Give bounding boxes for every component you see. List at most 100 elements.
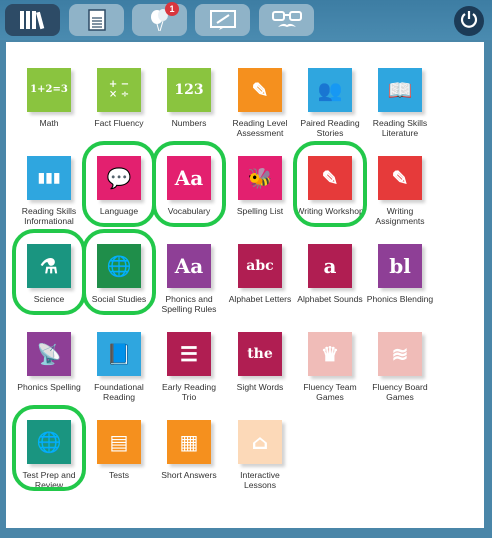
tile-short-answers[interactable]: ▦ Short Answers bbox=[154, 418, 224, 506]
highlight-ring bbox=[82, 229, 156, 315]
paired-reading-stories-glyph: 👥 bbox=[317, 78, 343, 102]
tile-alphabet-letters[interactable]: abc Alphabet Letters bbox=[225, 242, 295, 330]
tile-foundational-reading[interactable]: 📘 Foundational Reading bbox=[84, 330, 154, 418]
interactive-lessons-icon: ⌂ bbox=[238, 420, 282, 464]
numbers-glyph: 123 bbox=[174, 82, 204, 98]
sight-words-icon: the bbox=[238, 332, 282, 376]
early-reading-trio-glyph: ☰ bbox=[180, 342, 198, 366]
tile-reading-skills-literature[interactable]: 📖 Reading Skills Literature bbox=[365, 66, 435, 154]
math-glyph: 1+2=3 bbox=[30, 84, 68, 95]
reading-level-assessment-glyph: ✎ bbox=[251, 78, 269, 102]
tile-fluency-board-games[interactable]: ≋ Fluency Board Games bbox=[365, 330, 435, 418]
top-toolbar: 1 bbox=[0, 0, 492, 40]
tile-label: Interactive Lessons bbox=[240, 470, 280, 490]
tile-label: Foundational Reading bbox=[94, 382, 144, 402]
tile-alphabet-sounds[interactable]: a Alphabet Sounds bbox=[295, 242, 365, 330]
logout-button[interactable] bbox=[454, 6, 484, 36]
highlight-ring bbox=[152, 141, 226, 227]
fact-fluency-icon: + − × ÷ bbox=[97, 68, 141, 112]
reading-skills-literature-glyph: 📖 bbox=[387, 78, 413, 102]
fluency-board-games-glyph: ≋ bbox=[391, 342, 409, 366]
tile-math[interactable]: 1+2=3 Math bbox=[14, 66, 84, 154]
tile-label: Math bbox=[39, 118, 59, 128]
highlight-ring bbox=[293, 141, 367, 227]
interactive-lessons-glyph: ⌂ bbox=[251, 430, 269, 454]
fluency-team-games-icon: ♛ bbox=[308, 332, 352, 376]
alphabet-letters-glyph: abc bbox=[246, 258, 274, 274]
tile-label: Alphabet Sounds bbox=[297, 294, 363, 304]
chat-screen-icon bbox=[209, 9, 237, 31]
spelling-list-icon: 🐝 bbox=[238, 156, 282, 200]
tile-phonics-blending[interactable]: bl Phonics Blending bbox=[365, 242, 435, 330]
highlight-ring bbox=[82, 141, 156, 227]
tests-icon: ▤ bbox=[97, 420, 141, 464]
tile-label: Writing Assignments bbox=[375, 206, 425, 226]
tile-label: Numbers bbox=[171, 118, 207, 128]
math-icon: 1+2=3 bbox=[27, 68, 71, 112]
tile-label: Early Reading Trio bbox=[162, 382, 216, 402]
tile-label: Fluency Team Games bbox=[303, 382, 357, 402]
tile-spelling-list[interactable]: 🐝 Spelling List bbox=[225, 154, 295, 242]
writing-assignments-icon: ✎ bbox=[378, 156, 422, 200]
fluency-team-games-glyph: ♛ bbox=[321, 342, 339, 366]
messages-tab[interactable] bbox=[195, 4, 250, 36]
tile-writing-assignments[interactable]: ✎ Writing Assignments bbox=[365, 154, 435, 242]
tile-phonics-and-spelling-rules[interactable]: Aa Phonics and Spelling Rules bbox=[154, 242, 224, 330]
rewards-tab[interactable]: 1 bbox=[132, 2, 187, 36]
tile-early-reading-trio[interactable]: ☰ Early Reading Trio bbox=[154, 330, 224, 418]
tile-label: Spelling List bbox=[236, 206, 284, 216]
phonics-blending-glyph: bl bbox=[389, 254, 411, 278]
tests-glyph: ▤ bbox=[109, 430, 129, 454]
tile-label: Reading Skills Literature bbox=[372, 118, 428, 138]
avatar-tab[interactable] bbox=[259, 4, 314, 36]
highlight-ring bbox=[12, 405, 86, 491]
foundational-reading-glyph: 📘 bbox=[106, 342, 132, 366]
assignments-tab[interactable] bbox=[69, 4, 124, 36]
tile-tests[interactable]: ▤ Tests bbox=[84, 418, 154, 506]
tile-label: Phonics Blending bbox=[366, 294, 434, 304]
reading-skills-literature-icon: 📖 bbox=[378, 68, 422, 112]
fluency-board-games-icon: ≋ bbox=[378, 332, 422, 376]
short-answers-icon: ▦ bbox=[167, 420, 211, 464]
library-tab[interactable] bbox=[5, 4, 60, 36]
paired-reading-stories-icon: 👥 bbox=[308, 68, 352, 112]
fact-fluency-glyph: + − × ÷ bbox=[108, 79, 130, 100]
tile-sight-words[interactable]: the Sight Words bbox=[225, 330, 295, 418]
sight-words-glyph: the bbox=[247, 346, 273, 362]
activity-panel: 1+2=3 Math + − × ÷ Fact Fluency 123 Numbers ✎ R… bbox=[6, 42, 484, 528]
phonics-and-spelling-rules-glyph: Aa bbox=[174, 254, 204, 278]
tile-label: Sight Words bbox=[236, 382, 284, 392]
tile-label: Reading Level Assessment bbox=[232, 118, 288, 138]
tile-label: Reading Skills Informational bbox=[21, 206, 77, 226]
tile-label: Paired Reading Stories bbox=[300, 118, 360, 138]
alphabet-sounds-glyph: a bbox=[323, 254, 337, 278]
tile-label: Phonics and Spelling Rules bbox=[161, 294, 217, 314]
highlight-ring bbox=[12, 229, 86, 315]
phonics-blending-icon: bl bbox=[378, 244, 422, 288]
tile-label: Fact Fluency bbox=[94, 118, 144, 128]
tile-interactive-lessons[interactable]: ⌂ Interactive Lessons bbox=[225, 418, 295, 506]
power-icon bbox=[459, 9, 479, 34]
spelling-list-glyph: 🐝 bbox=[247, 166, 273, 190]
books-icon bbox=[18, 9, 48, 31]
tile-fluency-team-games[interactable]: ♛ Fluency Team Games bbox=[295, 330, 365, 418]
tile-label: Fluency Board Games bbox=[372, 382, 428, 402]
early-reading-trio-icon: ☰ bbox=[167, 332, 211, 376]
alphabet-sounds-icon: a bbox=[308, 244, 352, 288]
glasses-mustache-icon bbox=[270, 9, 304, 31]
rewards-count-badge: 1 bbox=[165, 2, 179, 16]
foundational-reading-icon: 📘 bbox=[97, 332, 141, 376]
numbers-icon: 123 bbox=[167, 68, 211, 112]
tile-label: Alphabet Letters bbox=[228, 294, 292, 304]
reading-level-assessment-icon: ✎ bbox=[238, 68, 282, 112]
tile-reading-level-assessment[interactable]: ✎ Reading Level Assessment bbox=[225, 66, 295, 154]
phonics-spelling-glyph: 📡 bbox=[36, 342, 62, 366]
reading-skills-informational-icon: ▮▮▮ bbox=[27, 156, 71, 200]
writing-assignments-glyph: ✎ bbox=[391, 166, 409, 190]
phonics-and-spelling-rules-icon: Aa bbox=[167, 244, 211, 288]
phonics-spelling-icon: 📡 bbox=[27, 332, 71, 376]
tile-label: Short Answers bbox=[161, 470, 217, 480]
short-answers-glyph: ▦ bbox=[179, 430, 199, 454]
alphabet-letters-icon: abc bbox=[238, 244, 282, 288]
tile-label: Tests bbox=[108, 470, 130, 480]
